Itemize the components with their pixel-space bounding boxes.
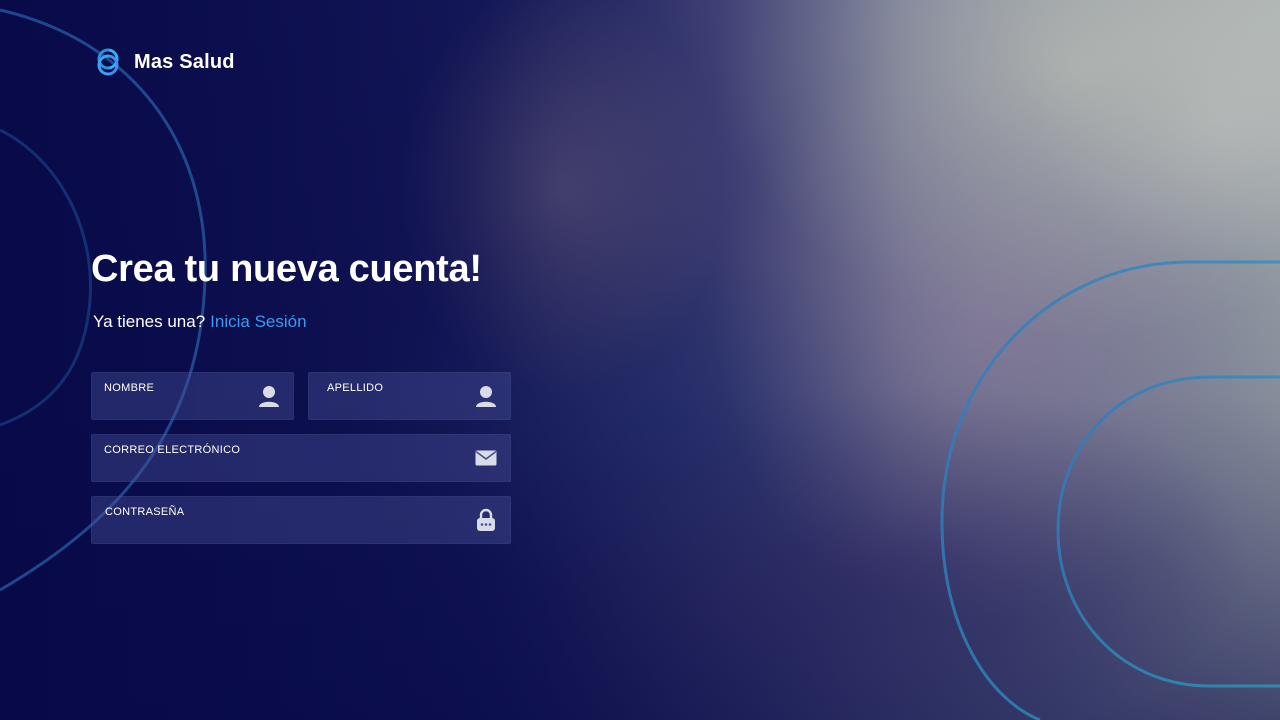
- page-title: Crea tu nueva cuenta!: [91, 248, 482, 290]
- background-overlay: [0, 0, 1280, 720]
- first-name-label: NOMBRE: [104, 382, 155, 394]
- last-name-label: APELLIDO: [327, 382, 384, 394]
- email-field[interactable]: CORREO ELECTRÓNICO: [91, 434, 511, 482]
- email-input[interactable]: [104, 459, 468, 477]
- email-label: CORREO ELECTRÓNICO: [104, 444, 241, 456]
- password-label: CONTRASEÑA: [105, 506, 185, 518]
- user-icon: [474, 384, 498, 408]
- user-icon: [257, 384, 281, 408]
- lock-icon: [474, 508, 498, 532]
- login-prompt: Ya tienes una? Inicia Sesión: [93, 312, 307, 332]
- first-name-input[interactable]: [104, 397, 251, 415]
- password-input[interactable]: [105, 521, 469, 539]
- first-name-field[interactable]: NOMBRE: [91, 372, 294, 420]
- envelope-icon: [474, 446, 498, 470]
- login-link[interactable]: Inicia Sesión: [210, 312, 306, 332]
- last-name-field[interactable]: APELLIDO: [308, 372, 511, 420]
- brand[interactable]: Mas Salud: [90, 44, 235, 80]
- last-name-input[interactable]: [327, 397, 474, 415]
- linked-rings-logo-icon: [90, 44, 126, 80]
- password-field[interactable]: CONTRASEÑA: [91, 496, 511, 544]
- brand-name: Mas Salud: [134, 50, 235, 73]
- login-prompt-text: Ya tienes una?: [93, 312, 206, 331]
